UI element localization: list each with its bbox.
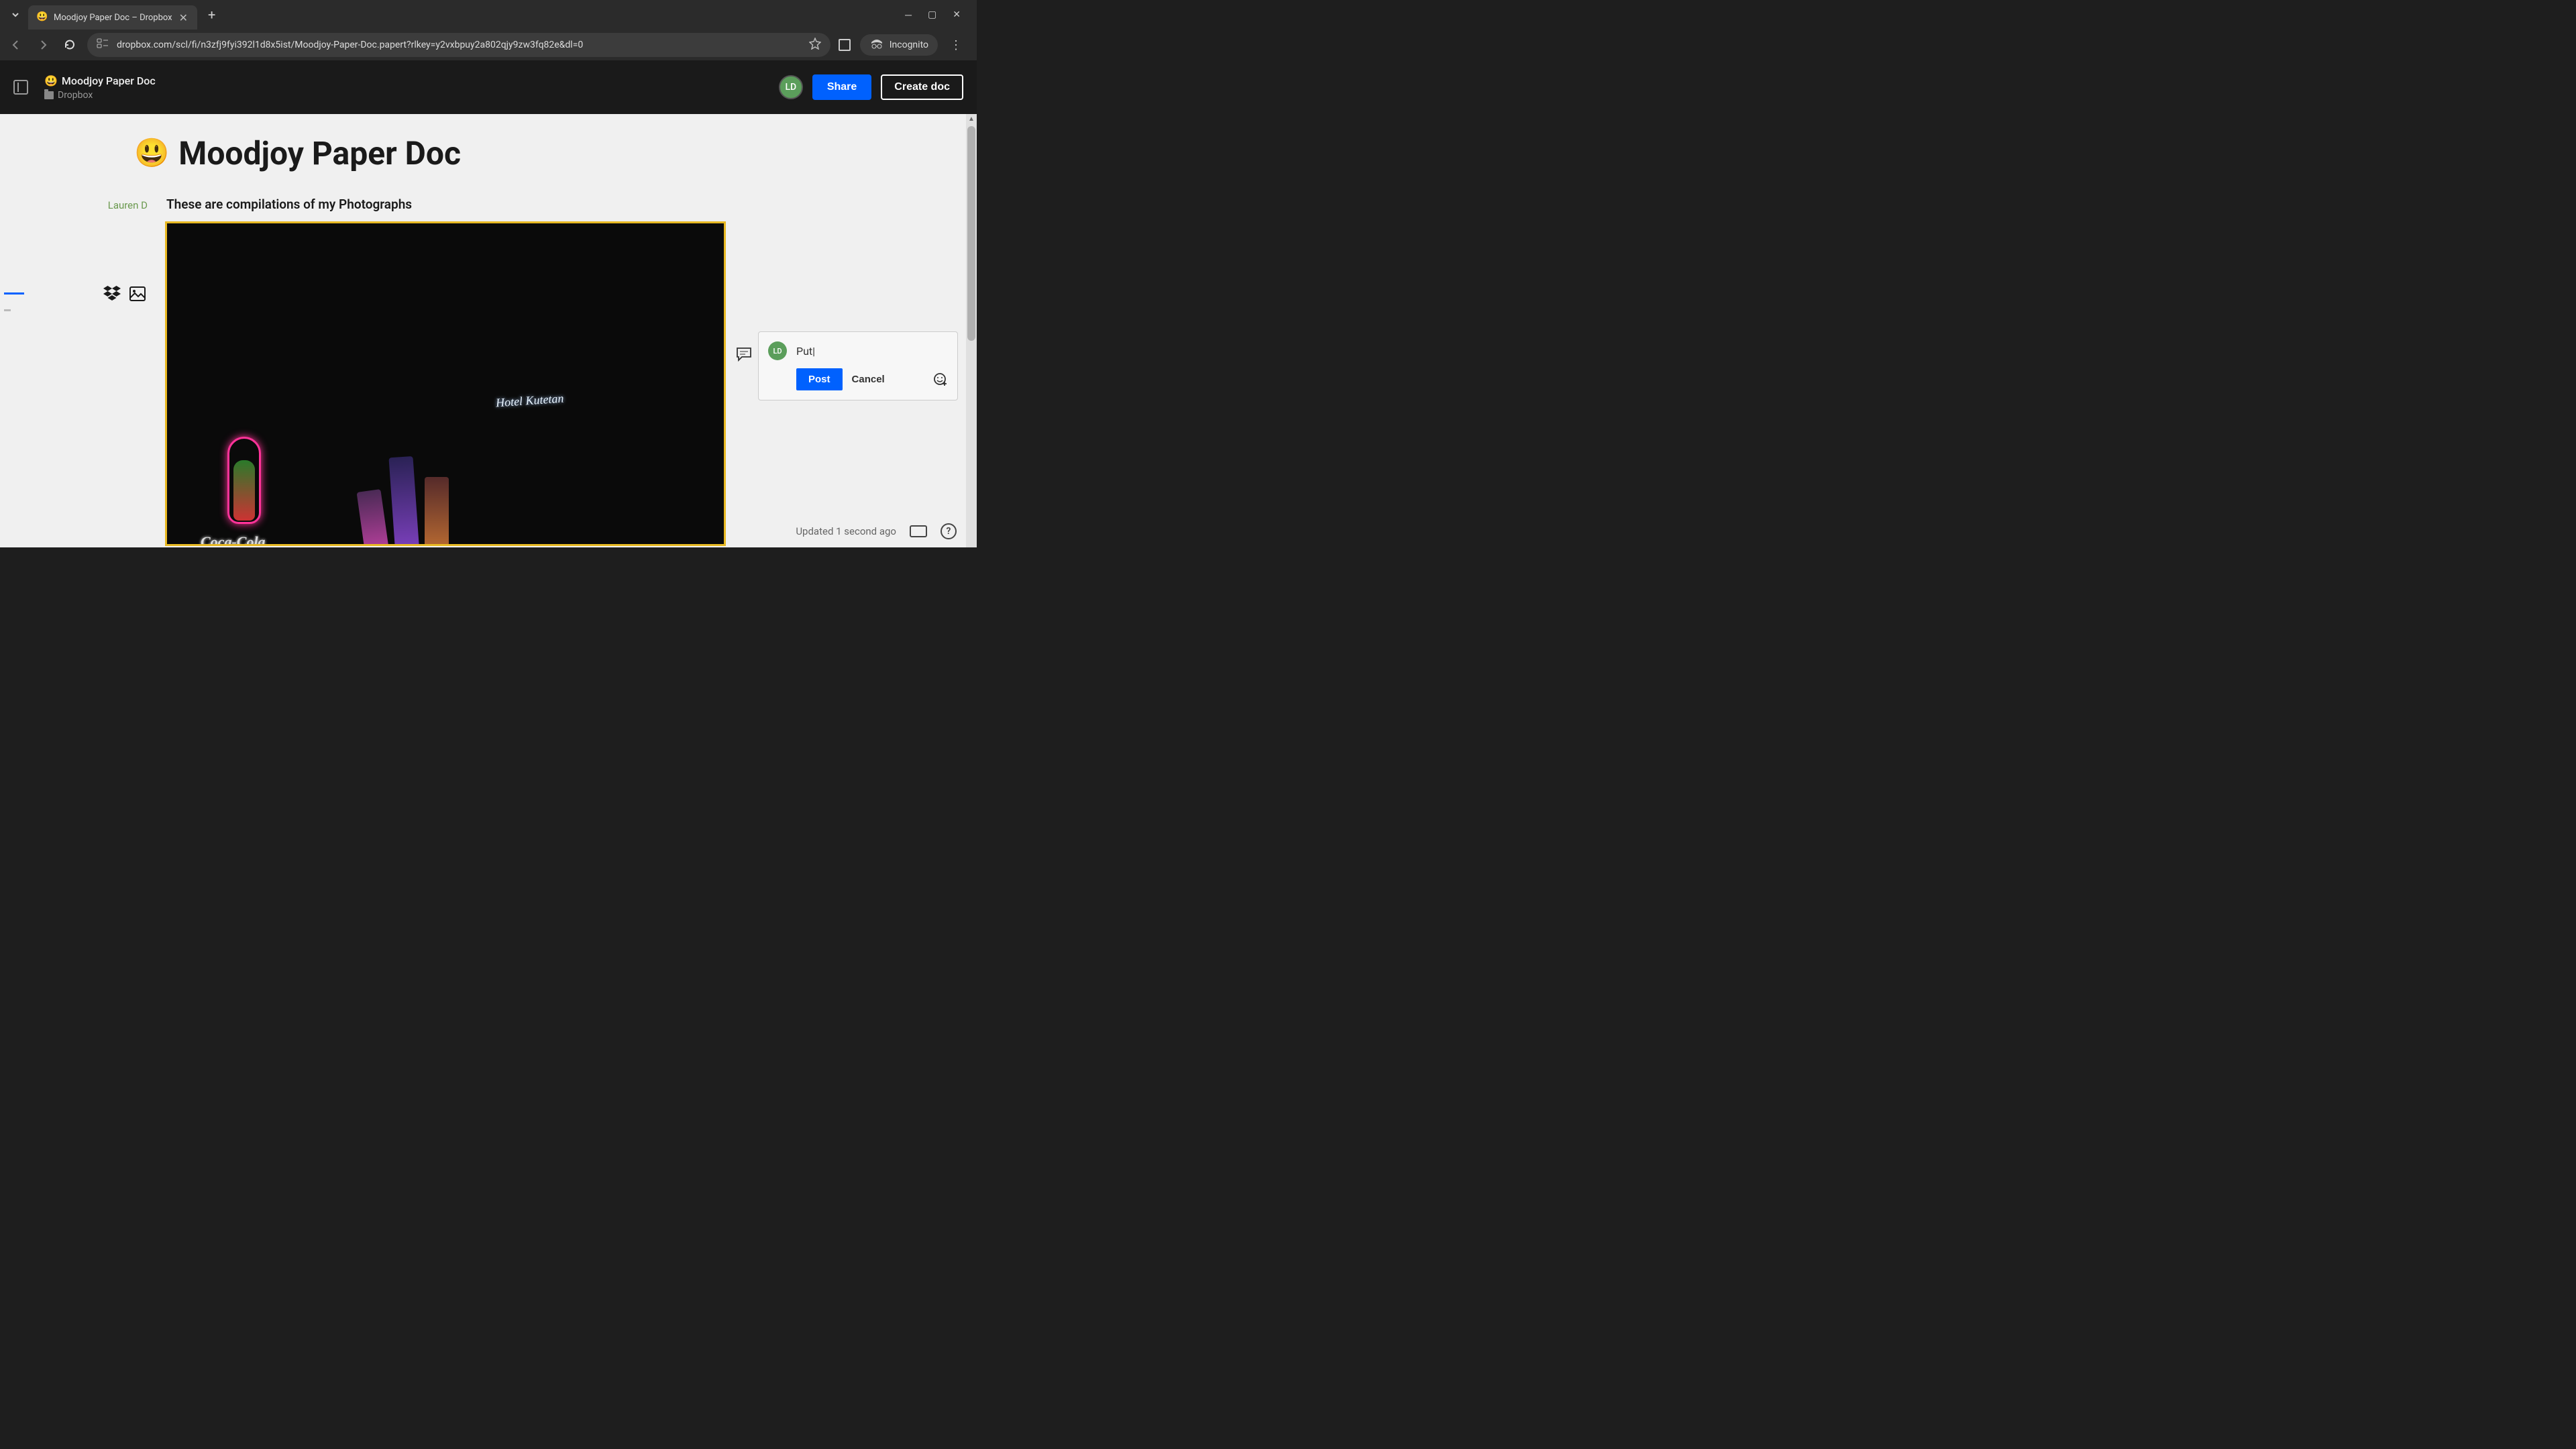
- browser-menu-icon[interactable]: ⋮: [947, 38, 965, 52]
- folder-icon: [44, 91, 54, 99]
- incognito-icon: [869, 38, 884, 52]
- doc-name: Moodjoy Paper Doc: [62, 74, 156, 87]
- title-row: 😃 Moodjoy Paper Doc: [134, 134, 977, 172]
- post-button[interactable]: Post: [796, 368, 843, 390]
- neon-pillar: [388, 456, 420, 546]
- author-name[interactable]: Lauren D: [80, 199, 148, 211]
- incognito-label: Incognito: [890, 40, 928, 50]
- comment-actions: Post Cancel: [796, 368, 948, 390]
- window-controls: ─ ▢ ✕: [905, 9, 970, 21]
- status-bar: Updated 1 second ago ?: [796, 523, 957, 539]
- cancel-button[interactable]: Cancel: [852, 374, 885, 385]
- nav-right-controls: Incognito ⋮: [839, 34, 970, 56]
- dropbox-icon[interactable]: [103, 286, 119, 302]
- header-right: LD Share Create doc: [779, 74, 963, 100]
- neon-pillar: [357, 489, 391, 546]
- comment-input[interactable]: Put: [796, 345, 948, 358]
- browser-tab[interactable]: 😃 Moodjoy Paper Doc – Dropbox ✕: [28, 5, 197, 30]
- reload-button[interactable]: [60, 36, 79, 54]
- doc-area: 😃 Moodjoy Paper Doc Lauren D These are c…: [0, 114, 977, 547]
- new-tab-button[interactable]: +: [201, 7, 222, 23]
- sidebar-toggle-icon[interactable]: [13, 80, 28, 95]
- side-panel-icon[interactable]: [839, 39, 851, 51]
- maximize-icon[interactable]: ▢: [928, 9, 936, 21]
- minimize-icon[interactable]: ─: [905, 9, 912, 21]
- image-coke-text: Coca-Cola: [201, 533, 266, 546]
- subtitle-row: Lauren D These are compilations of my Ph…: [0, 197, 977, 212]
- breadcrumb[interactable]: Dropbox: [44, 90, 156, 101]
- tab-title: Moodjoy Paper Doc – Dropbox: [54, 13, 172, 23]
- back-button[interactable]: [7, 36, 25, 54]
- keyboard-icon[interactable]: [910, 525, 927, 537]
- share-button[interactable]: Share: [812, 74, 871, 100]
- updated-text: Updated 1 second ago: [796, 525, 896, 537]
- scroll-thumb[interactable]: [967, 126, 975, 341]
- forward-button[interactable]: [34, 36, 52, 54]
- doc-meta: 😃 Moodjoy Paper Doc Dropbox: [44, 74, 156, 101]
- main-image[interactable]: Coca-Cola Hotel Kutetan: [165, 221, 726, 546]
- doc-content: 😃 Moodjoy Paper Doc Lauren D These are c…: [0, 114, 977, 546]
- comment-top-row: LD Put: [768, 341, 948, 360]
- breadcrumb-label: Dropbox: [58, 90, 93, 101]
- app-header: 😃 Moodjoy Paper Doc Dropbox LD Share Cre…: [0, 60, 977, 114]
- browser-chrome: 😃 Moodjoy Paper Doc – Dropbox ✕ + ─ ▢ ✕ …: [0, 0, 977, 60]
- url-text: dropbox.com/scl/fi/n3zfj9fyi392l1d8x5ist…: [117, 40, 801, 50]
- help-icon[interactable]: ?: [941, 523, 957, 539]
- scroll-up-icon[interactable]: ▲: [968, 115, 975, 123]
- comment-avatar: LD: [768, 341, 787, 360]
- page-title[interactable]: Moodjoy Paper Doc: [178, 134, 461, 172]
- doc-title-row[interactable]: 😃 Moodjoy Paper Doc: [44, 74, 156, 87]
- doc-emoji-icon: 😃: [44, 74, 58, 87]
- nav-bar: dropbox.com/scl/fi/n3zfj9fyi392l1d8x5ist…: [0, 30, 977, 60]
- emoji-add-icon[interactable]: [933, 372, 948, 387]
- tab-favicon-icon: 😃: [36, 11, 48, 23]
- tab-bar: 😃 Moodjoy Paper Doc – Dropbox ✕ + ─ ▢ ✕: [0, 0, 977, 30]
- subtitle[interactable]: These are compilations of my Photographs: [166, 197, 412, 212]
- tab-close-icon[interactable]: ✕: [178, 11, 189, 24]
- comment-box: LD Put Post Cancel: [758, 331, 958, 400]
- gallery-icon[interactable]: [129, 286, 145, 302]
- comment-marker-icon[interactable]: [735, 346, 753, 362]
- neon-pillar: [425, 477, 449, 546]
- image-left-tools: [103, 286, 145, 302]
- page-emoji-icon[interactable]: 😃: [134, 137, 169, 170]
- tab-search-dropdown[interactable]: [7, 6, 24, 23]
- neon-bottle-graphic: [214, 437, 274, 546]
- close-window-icon[interactable]: ✕: [953, 9, 961, 21]
- bookmark-star-icon[interactable]: [809, 38, 821, 52]
- avatar[interactable]: LD: [779, 75, 803, 99]
- url-bar[interactable]: dropbox.com/scl/fi/n3zfj9fyi392l1d8x5ist…: [87, 33, 830, 57]
- image-hotel-text: Hotel Kutetan: [495, 391, 564, 410]
- site-settings-icon[interactable]: [97, 38, 109, 52]
- create-doc-button[interactable]: Create doc: [881, 74, 963, 100]
- scrollbar[interactable]: ▲: [966, 114, 977, 547]
- incognito-badge[interactable]: Incognito: [860, 34, 938, 56]
